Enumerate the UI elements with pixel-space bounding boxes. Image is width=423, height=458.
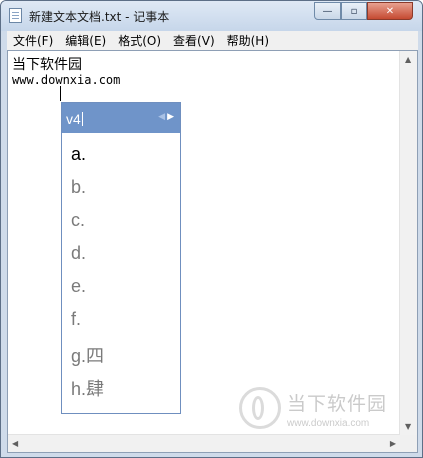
watermark: 当下软件园 www.downxia.com xyxy=(239,387,409,437)
arrow-left-icon[interactable]: ◀ xyxy=(12,439,18,448)
notepad-icon[interactable] xyxy=(9,8,22,23)
menu-help[interactable]: 帮助(H) xyxy=(221,32,275,49)
ime-candidate[interactable]: g.四 xyxy=(71,342,104,375)
next-page-icon[interactable]: ▶ xyxy=(167,112,174,122)
watermark-url: www.downxia.com xyxy=(287,418,370,429)
text-caret xyxy=(60,86,61,101)
notepad-window: 新建文本文档.txt - 记事本 — ▫ ✕ 文件(F) 编辑(E) 格式(O)… xyxy=(0,0,423,458)
menu-format[interactable]: 格式(O) xyxy=(112,32,167,49)
ime-candidate[interactable]: c. xyxy=(71,210,104,243)
maximize-button[interactable]: ▫ xyxy=(341,2,367,20)
ime-candidate[interactable]: b. xyxy=(71,177,104,210)
ime-candidate[interactable]: h.肆 xyxy=(71,375,104,408)
watermark-text: 当下软件园 xyxy=(287,393,388,415)
ime-page-nav: ◀ ▶ xyxy=(158,112,174,122)
ime-candidate-list: a. b. c. d. e. f. g.四 h.肆 xyxy=(71,144,104,408)
ime-candidate[interactable]: a. xyxy=(71,144,104,177)
prev-page-icon[interactable]: ◀ xyxy=(158,112,165,122)
editor-line: 当下软件园 xyxy=(12,57,82,73)
menu-edit[interactable]: 编辑(E) xyxy=(59,32,112,49)
title-bar[interactable]: 新建文本文档.txt - 记事本 — ▫ ✕ xyxy=(1,1,422,31)
ime-input-text: v4 xyxy=(66,111,81,127)
menu-view[interactable]: 查看(V) xyxy=(167,32,221,49)
minimize-button[interactable]: — xyxy=(314,2,341,20)
close-button[interactable]: ✕ xyxy=(367,2,413,20)
ime-composition-bar: v4 ◀ ▶ xyxy=(62,103,180,133)
menu-bar: 文件(F) 编辑(E) 格式(O) 查看(V) 帮助(H) xyxy=(7,31,418,50)
window-title: 新建文本文档.txt - 记事本 xyxy=(29,10,170,24)
vertical-scrollbar[interactable]: ▲ ▼ xyxy=(399,51,417,435)
menu-file[interactable]: 文件(F) xyxy=(7,32,59,49)
editor-line: www.downxia.com xyxy=(12,73,121,87)
ime-candidate-window: v4 ◀ ▶ a. b. c. d. e. f. g.四 h.肆 xyxy=(61,102,181,414)
watermark-logo-icon xyxy=(239,387,281,429)
resize-grip[interactable] xyxy=(400,435,417,452)
ime-candidate[interactable]: f. xyxy=(71,309,104,342)
arrow-up-icon[interactable]: ▲ xyxy=(405,55,411,64)
arrow-right-icon[interactable]: ▶ xyxy=(390,439,396,448)
ime-candidate[interactable]: d. xyxy=(71,243,104,276)
ime-candidate[interactable]: e. xyxy=(71,276,104,309)
